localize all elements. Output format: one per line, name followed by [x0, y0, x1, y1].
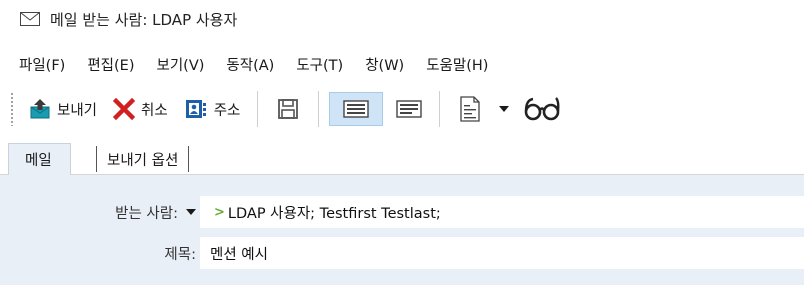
send-button[interactable]: 보내기 [24, 93, 102, 125]
subject-field[interactable]: 멘션 예시 [200, 237, 804, 269]
envelope-icon [20, 12, 40, 26]
toolbar-grip[interactable] [10, 92, 14, 126]
menu-actions[interactable]: 동작(A) [226, 54, 274, 75]
message-header-form: 받는 사람: > LDAP 사용자; Testfirst Testlast; 제… [0, 175, 804, 285]
menu-view[interactable]: 보기(V) [157, 54, 205, 75]
to-field[interactable]: > LDAP 사용자; Testfirst Testlast; [200, 196, 804, 228]
chevron-down-icon [186, 209, 196, 215]
reading-glasses-icon [525, 97, 560, 121]
toolbar-separator [257, 91, 259, 127]
to-field-value: LDAP 사용자; Testfirst Testlast; [227, 205, 441, 222]
message-tabs: 메일 보내기 옵션 [0, 139, 804, 175]
address-book-button[interactable]: 주소 [179, 93, 246, 125]
menu-help[interactable]: 도움말(H) [426, 54, 488, 75]
subject-row: 제목: 멘션 예시 [0, 237, 804, 269]
to-row: 받는 사람: > LDAP 사용자; Testfirst Testlast; [0, 196, 804, 228]
save-disk-icon [278, 99, 299, 119]
toolbar: 보내기 취소 주소 [0, 86, 804, 132]
view-mail-toggle[interactable] [329, 92, 384, 126]
cancel-button-label: 취소 [141, 102, 168, 119]
cancel-button[interactable]: 취소 [108, 93, 173, 125]
address-book-icon [185, 100, 206, 118]
toolbar-separator [439, 91, 441, 127]
tab-mail[interactable]: 메일 [8, 143, 71, 175]
cancel-x-icon [113, 98, 136, 120]
send-icon [30, 99, 50, 119]
toolbar-separator [318, 91, 320, 127]
text-view-icon [396, 100, 423, 118]
address-book-button-label: 주소 [213, 102, 241, 119]
to-label-button[interactable]: 받는 사람: [115, 196, 196, 228]
message-view-icon [343, 100, 370, 118]
view-text-toggle[interactable] [389, 92, 429, 126]
menu-tools[interactable]: 도구(T) [296, 54, 343, 75]
proofread-button[interactable] [518, 92, 568, 126]
subject-label: 제목: [164, 246, 196, 263]
tab-send-options[interactable]: 보내기 옵션 [96, 146, 190, 172]
send-button-label: 보내기 [57, 102, 98, 119]
chevron-down-icon [499, 106, 510, 112]
recipient-chevron-icon: > [214, 204, 225, 220]
menu-window[interactable]: 창(W) [365, 54, 404, 75]
save-button[interactable] [268, 92, 308, 126]
template-dropdown-button[interactable] [494, 92, 514, 126]
menu-bar: 파일(F) 편집(E) 보기(V) 동작(A) 도구(T) 창(W) 도움말(H… [0, 50, 804, 78]
template-button[interactable] [450, 92, 490, 126]
subject-field-value: 멘션 예시 [210, 246, 268, 263]
to-label: 받는 사람: [115, 205, 178, 222]
title-bar: 메일 받는 사람: LDAP 사용자 [0, 0, 804, 38]
menu-file[interactable]: 파일(F) [19, 54, 65, 75]
document-template-icon [460, 96, 481, 122]
menu-edit[interactable]: 편집(E) [87, 54, 134, 75]
window-title: 메일 받는 사람: LDAP 사용자 [50, 10, 238, 29]
